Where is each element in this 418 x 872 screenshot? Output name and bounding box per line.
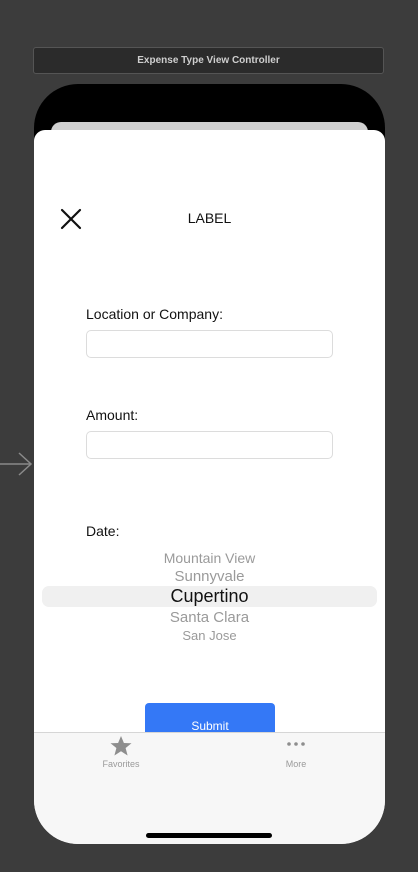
nav-title: LABEL xyxy=(187,210,232,226)
location-input[interactable] xyxy=(86,330,333,358)
tab-favorites[interactable]: Favorites xyxy=(61,733,181,778)
amount-label: Amount: xyxy=(86,407,139,423)
more-icon xyxy=(236,735,356,762)
tab-more-label: More xyxy=(285,759,307,769)
location-picker[interactable]: Mountain View Sunnyvale Cupertino Santa … xyxy=(34,550,385,648)
star-icon xyxy=(61,735,181,762)
device-frame: LABEL Location or Company: Amount: Date:… xyxy=(34,84,385,844)
tab-more[interactable]: More xyxy=(236,733,356,778)
home-indicator xyxy=(146,833,272,838)
picker-option[interactable]: Santa Clara xyxy=(34,609,385,626)
picker-option[interactable]: San Jose xyxy=(34,628,385,643)
submit-button-label: Submit xyxy=(191,718,229,733)
location-label: Location or Company: xyxy=(86,306,223,322)
amount-input[interactable] xyxy=(86,431,333,459)
scene-title: Expense Type View Controller xyxy=(137,55,280,66)
tab-bar: Favorites More xyxy=(34,732,385,844)
scene-title-bar: Expense Type View Controller xyxy=(33,47,384,74)
picker-option-selected[interactable]: Cupertino xyxy=(34,586,385,607)
entry-point-arrow-icon xyxy=(0,452,33,476)
picker-option[interactable]: Sunnyvale xyxy=(34,568,385,585)
tab-favorites-label: Favorites xyxy=(102,759,140,769)
picker-option[interactable]: Mountain View xyxy=(34,550,385,566)
date-label: Date: xyxy=(86,523,120,539)
